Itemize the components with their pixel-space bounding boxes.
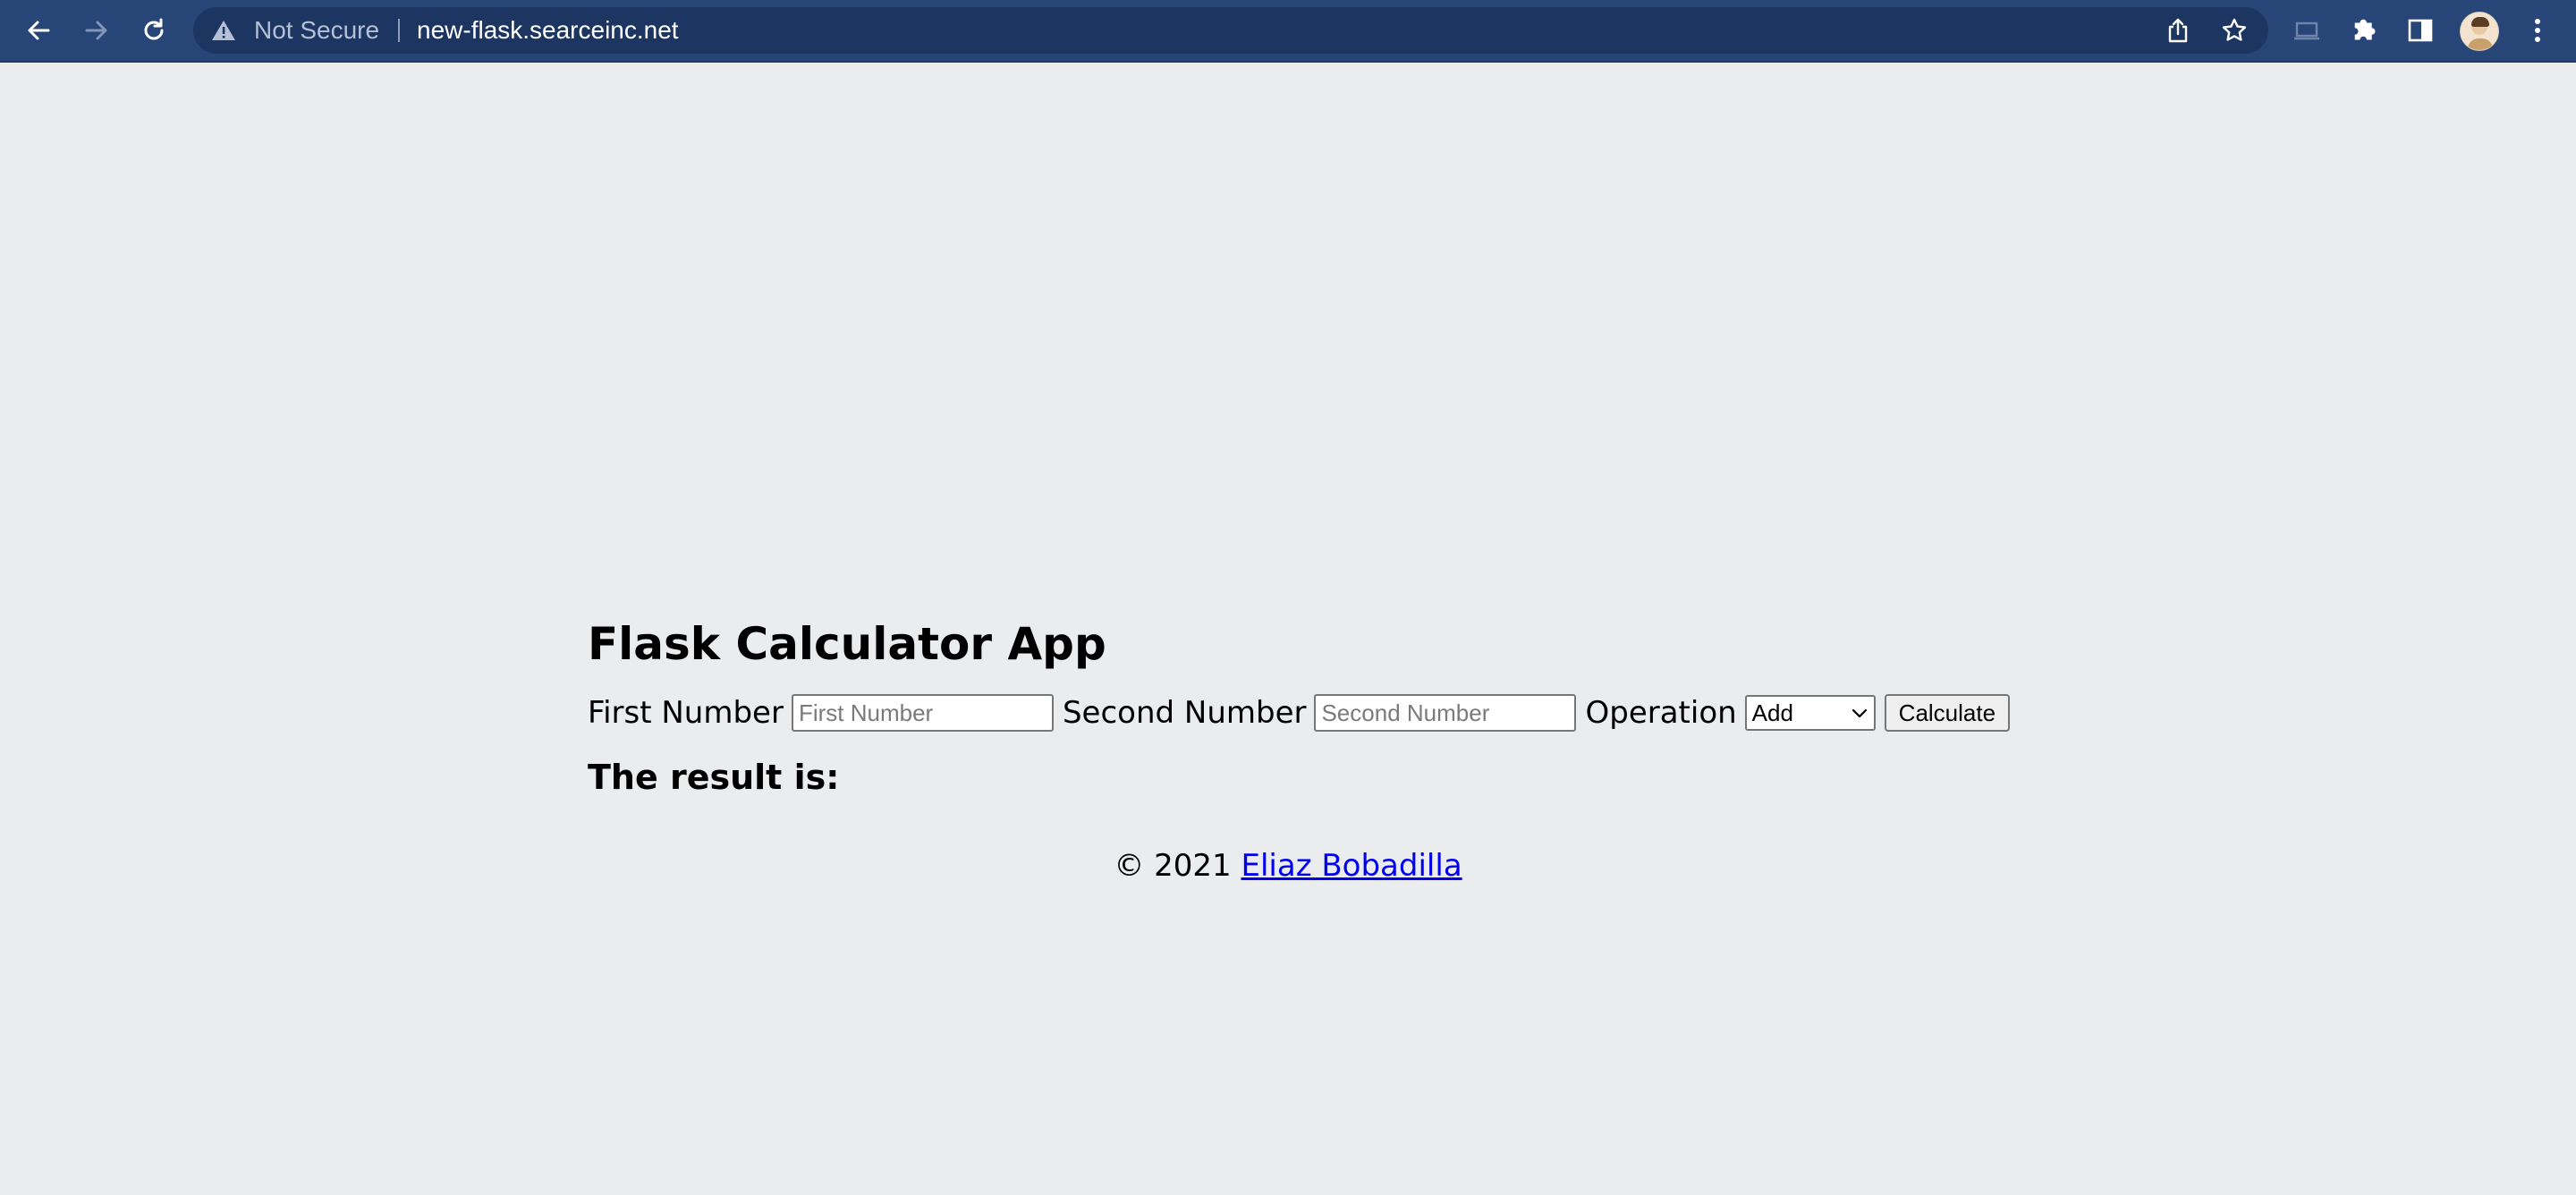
url-text[interactable]: new-flask.searceinc.net bbox=[417, 7, 679, 54]
bookmark-button[interactable] bbox=[2219, 15, 2250, 46]
side-panel-button[interactable] bbox=[2398, 8, 2443, 53]
reload-icon bbox=[144, 18, 164, 40]
operation-select[interactable]: Add bbox=[1744, 695, 1876, 731]
cast-button[interactable] bbox=[2284, 8, 2329, 53]
back-arrow-icon bbox=[28, 21, 50, 40]
star-icon bbox=[2222, 18, 2247, 41]
address-bar[interactable]: Not Secure new-flask.searceinc.net bbox=[193, 7, 2268, 54]
first-number-label: First Number bbox=[588, 695, 784, 731]
operation-selected-value: Add bbox=[1751, 699, 1793, 726]
more-menu-icon bbox=[2535, 19, 2540, 42]
operation-label: Operation bbox=[1585, 695, 1737, 731]
copyright-text: © 2021 bbox=[1114, 848, 1232, 884]
forward-button[interactable] bbox=[74, 8, 119, 53]
first-number-input[interactable] bbox=[791, 694, 1054, 732]
more-menu-button[interactable] bbox=[2515, 8, 2560, 53]
chevron-down-icon bbox=[1852, 708, 1867, 718]
back-button[interactable] bbox=[16, 8, 61, 53]
calculator-app: Flask Calculator App First Number Second… bbox=[588, 608, 2055, 800]
page-title: Flask Calculator App bbox=[588, 618, 1106, 670]
extensions-icon bbox=[2354, 19, 2376, 40]
cast-icon bbox=[2294, 21, 2319, 40]
address-separator bbox=[398, 19, 400, 42]
footer: © 2021 Eliaz Bobadilla bbox=[0, 848, 2576, 884]
warning-icon bbox=[212, 21, 235, 40]
avatar[interactable] bbox=[2460, 12, 2499, 51]
result-heading: The result is: bbox=[588, 758, 840, 797]
side-panel-icon bbox=[2408, 19, 2433, 42]
calculate-button[interactable]: Calculate bbox=[1884, 694, 2011, 732]
avatar-shirt bbox=[2468, 38, 2493, 50]
forward-arrow-icon bbox=[85, 21, 107, 40]
reload-button[interactable] bbox=[131, 8, 176, 53]
share-icon bbox=[2168, 18, 2188, 43]
extensions-button[interactable] bbox=[2342, 8, 2386, 53]
share-button[interactable] bbox=[2163, 15, 2193, 46]
browser-toolbar: Not Secure new-flask.searceinc.net bbox=[0, 0, 2576, 63]
second-number-label: Second Number bbox=[1062, 695, 1307, 731]
security-label[interactable]: Not Secure bbox=[254, 7, 379, 54]
avatar-hair bbox=[2471, 17, 2489, 27]
author-link[interactable]: Eliaz Bobadilla bbox=[1241, 848, 1462, 884]
second-number-input[interactable] bbox=[1314, 694, 1577, 732]
calculator-form: First Number Second Number Operation Add… bbox=[588, 691, 2055, 735]
